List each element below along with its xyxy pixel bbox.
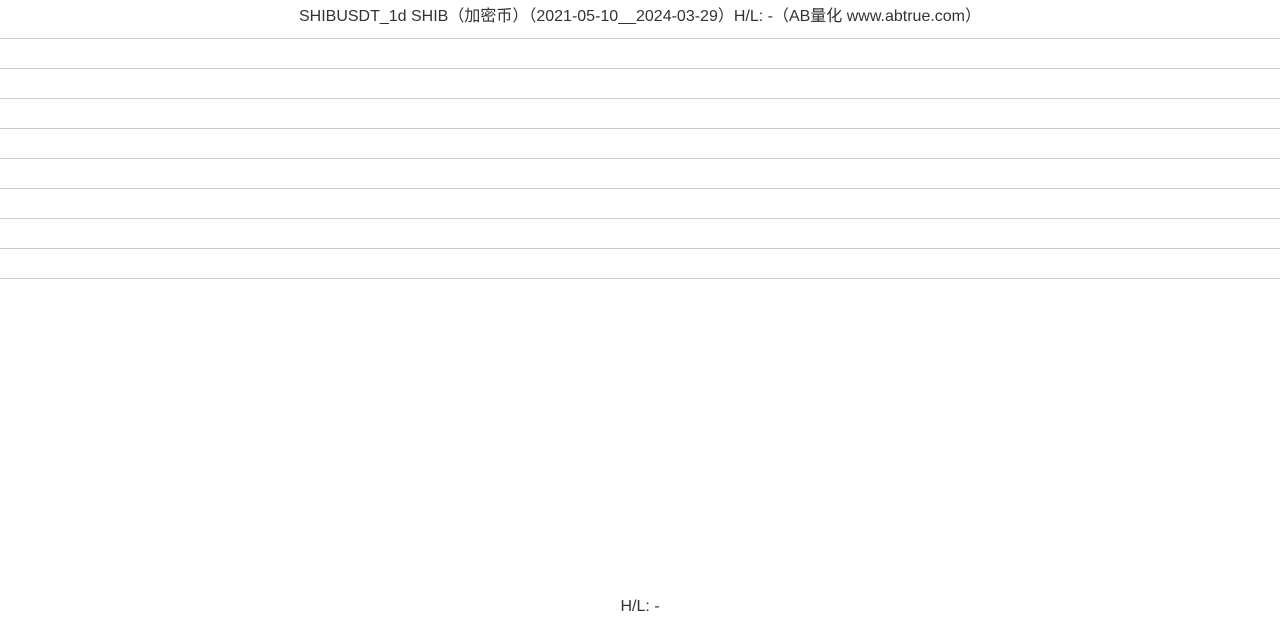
gridline xyxy=(0,278,1280,279)
gridline xyxy=(0,188,1280,189)
gridline xyxy=(0,158,1280,159)
chart-plot-area xyxy=(0,38,1280,590)
gridline xyxy=(0,128,1280,129)
gridline xyxy=(0,218,1280,219)
chart-container: SHIBUSDT_1d SHIB（加密币）（2021-05-10__2024-0… xyxy=(0,0,1280,620)
gridline xyxy=(0,68,1280,69)
gridline xyxy=(0,38,1280,39)
chart-subtitle: H/L: - xyxy=(0,598,1280,616)
gridline xyxy=(0,98,1280,99)
gridline xyxy=(0,248,1280,249)
chart-title: SHIBUSDT_1d SHIB（加密币）（2021-05-10__2024-0… xyxy=(0,2,1280,26)
